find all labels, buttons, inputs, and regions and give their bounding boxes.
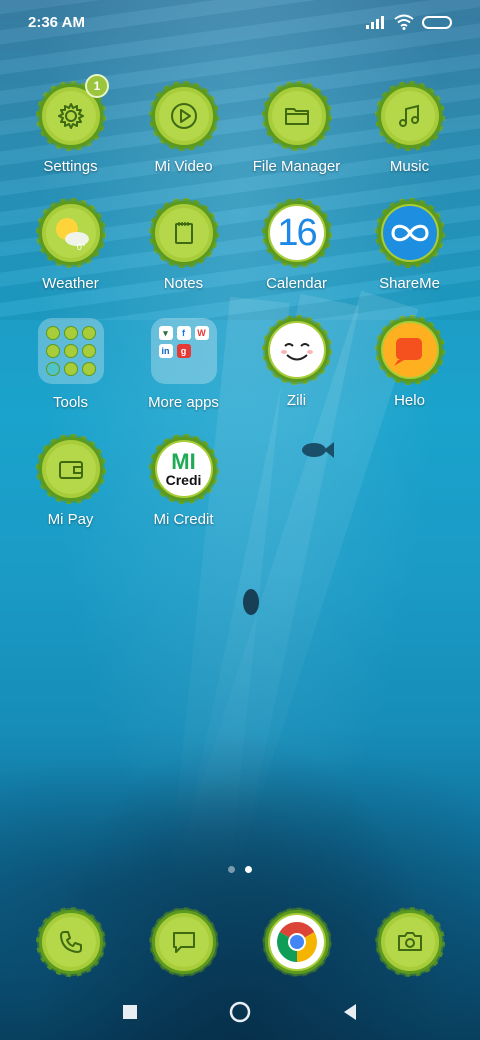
app-weather[interactable]: 0° Weather [14, 198, 127, 292]
mi-pay-icon-wrap[interactable] [35, 434, 106, 504]
app-label: Mi Video [154, 158, 213, 175]
app-label: File Manager [252, 158, 341, 175]
mini-app-icon [63, 362, 78, 376]
mini-app-icon [81, 362, 96, 376]
mini-app-icon [45, 344, 60, 358]
mini-app-icon [81, 326, 96, 340]
fish-decoration [243, 589, 259, 615]
helo-icon-wrap[interactable] [374, 315, 445, 385]
app-calendar[interactable]: 16 Calendar [240, 198, 353, 292]
dock-phone[interactable] [14, 907, 127, 977]
app-music[interactable]: Music [353, 81, 466, 175]
dock [14, 907, 466, 977]
notes-icon-wrap[interactable] [148, 198, 219, 268]
gear-icon [57, 103, 84, 129]
weather-temp: 0° [76, 242, 86, 252]
status-icons [366, 14, 452, 30]
back-triangle-icon[interactable] [342, 1003, 358, 1021]
mini-app-icon [63, 344, 78, 358]
app-shareme[interactable]: ShareMe [353, 198, 466, 292]
app-label: Settings [43, 158, 98, 175]
calendar-icon-wrap[interactable]: 16 [261, 198, 332, 268]
app-label: Calendar [266, 275, 327, 292]
camera-icon-wrap[interactable] [374, 907, 445, 977]
app-file-manager[interactable]: File Manager [240, 81, 353, 175]
recents-square-icon[interactable] [122, 1004, 138, 1020]
app-helo[interactable]: Helo [353, 315, 466, 411]
mini-app-icon: ▾ [158, 326, 173, 340]
app-label: Tools [52, 394, 89, 411]
app-settings[interactable]: 1 Settings [14, 74, 127, 175]
mini-app-icon [45, 362, 60, 376]
helo-logo-icon [393, 338, 422, 366]
dock-messages[interactable] [127, 907, 240, 977]
chrome-icon-wrap[interactable] [261, 907, 332, 977]
app-mi-pay[interactable]: Mi Pay [14, 434, 127, 528]
notepad-icon [174, 222, 193, 244]
status-time: 2:36 AM [28, 13, 85, 31]
message-bubble-icon [172, 932, 195, 953]
camera-icon [397, 932, 422, 951]
app-label: Weather [42, 275, 99, 292]
page-dot-active[interactable] [245, 866, 252, 873]
app-mi-credit[interactable]: MI Credi Mi Credit [127, 434, 240, 528]
phone-icon-wrap[interactable] [35, 907, 106, 977]
app-label: More apps [148, 394, 219, 411]
app-label: Mi Credit [153, 511, 214, 528]
phone-icon [59, 931, 82, 953]
navigation-bar [0, 990, 480, 1034]
tools-folder-icon[interactable] [37, 318, 104, 384]
shareme-icon-wrap[interactable] [374, 198, 445, 268]
app-mi-video[interactable]: Mi Video [127, 81, 240, 175]
page-indicator [0, 866, 480, 873]
wallpaper-reef [0, 680, 480, 1040]
music-note-icon [398, 104, 419, 127]
dock-chrome[interactable] [240, 907, 353, 977]
app-label: ShareMe [379, 275, 440, 292]
app-label: Zili [286, 392, 307, 409]
app-grid: 1 Settings Mi Video File Manager Music 0… [14, 74, 466, 528]
zili-icon-wrap[interactable] [261, 315, 332, 385]
messages-icon-wrap[interactable] [148, 907, 219, 977]
mi-credit-logo-top: MI [171, 449, 196, 474]
linkedin-mini-icon: in [158, 344, 173, 358]
wallet-icon [58, 461, 83, 479]
calendar-day: 16 [277, 211, 317, 254]
battery-icon [422, 15, 452, 29]
app-label: Music [389, 158, 430, 175]
mi-credit-icon-wrap[interactable]: MI Credi [148, 434, 219, 504]
mini-app-icon: g [176, 344, 191, 358]
smiley-face-icon [280, 343, 313, 361]
wifi-icon [394, 14, 414, 30]
mini-app-icon [63, 326, 78, 340]
folder-tools[interactable]: Tools [14, 318, 127, 411]
mini-app-icon [81, 344, 96, 358]
music-icon-wrap[interactable] [374, 81, 445, 151]
app-label: Notes [163, 275, 204, 292]
file-manager-icon-wrap[interactable] [261, 81, 332, 151]
app-label: Mi Pay [47, 511, 94, 528]
facebook-mini-icon: f [176, 326, 191, 340]
app-zili[interactable]: Zili [240, 315, 353, 411]
wps-mini-icon: W [194, 326, 209, 340]
dock-camera[interactable] [353, 907, 466, 977]
status-bar: 2:36 AM [0, 0, 480, 44]
infinity-icon [390, 224, 429, 242]
app-notes[interactable]: Notes [127, 198, 240, 292]
notification-badge: 1 [85, 74, 109, 98]
chrome-icon [276, 922, 317, 962]
folder-more-apps[interactable]: ▾ f W in g More apps [127, 318, 240, 411]
app-label: Helo [394, 392, 425, 409]
page-dot[interactable] [228, 866, 235, 873]
mi-credit-logo-bottom: Credi [165, 472, 202, 488]
mi-video-icon-wrap[interactable] [148, 81, 219, 151]
home-circle-icon[interactable] [228, 1000, 252, 1024]
weather-icon-wrap[interactable]: 0° [35, 198, 106, 268]
folder-icon [284, 108, 309, 125]
mini-app-icon [45, 326, 60, 340]
more-apps-folder-icon[interactable]: ▾ f W in g [150, 318, 217, 384]
signal-icon [366, 16, 384, 29]
play-icon [170, 103, 197, 129]
